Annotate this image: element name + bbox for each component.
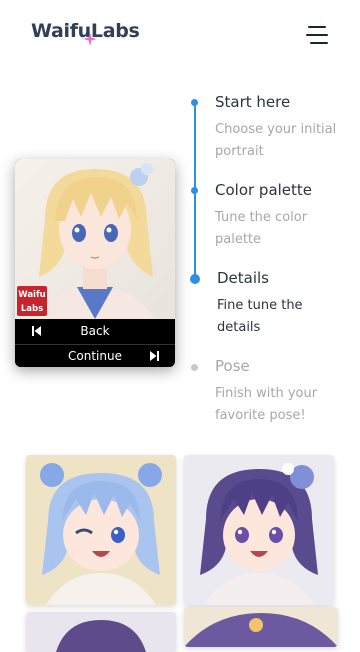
- step-desc-pose: Finish with your favorite pose!: [215, 386, 318, 423]
- step-dot-details: [190, 274, 200, 284]
- step-title-pose: Pose: [215, 357, 250, 375]
- continue-button[interactable]: Continue: [15, 344, 175, 367]
- step-title-start[interactable]: Start here: [215, 93, 290, 111]
- back-label: Back: [80, 324, 110, 338]
- back-button[interactable]: Back: [15, 320, 175, 343]
- step-dot-start: [191, 99, 198, 106]
- step-desc-color-palette: Tune the color palette: [215, 210, 308, 247]
- portrait-option-2[interactable]: [184, 455, 334, 605]
- step-dot-pose: [191, 364, 198, 371]
- badge-line-2: Labs: [20, 304, 44, 314]
- waifulabs-badge: Waifu Labs: [17, 286, 47, 316]
- hamburger-menu-icon[interactable]: [306, 26, 328, 46]
- step-title-color-palette[interactable]: Color palette: [215, 181, 312, 199]
- badge-line-1: Waifu: [18, 290, 46, 300]
- skip-forward-icon: [150, 351, 159, 361]
- portrait-card: Waifu Labs Back Continue: [15, 159, 175, 367]
- step-desc-details: Fine tune the details: [217, 298, 303, 335]
- step-dot-color: [191, 187, 198, 194]
- step-desc-start: Choose your initial portrait: [215, 122, 337, 159]
- step-title-details[interactable]: Details: [217, 269, 269, 287]
- portrait-option-4[interactable]: [184, 607, 338, 647]
- portrait-option-1[interactable]: [26, 455, 176, 605]
- sparkle-icon: [83, 32, 97, 46]
- portrait-option-3[interactable]: [26, 612, 176, 652]
